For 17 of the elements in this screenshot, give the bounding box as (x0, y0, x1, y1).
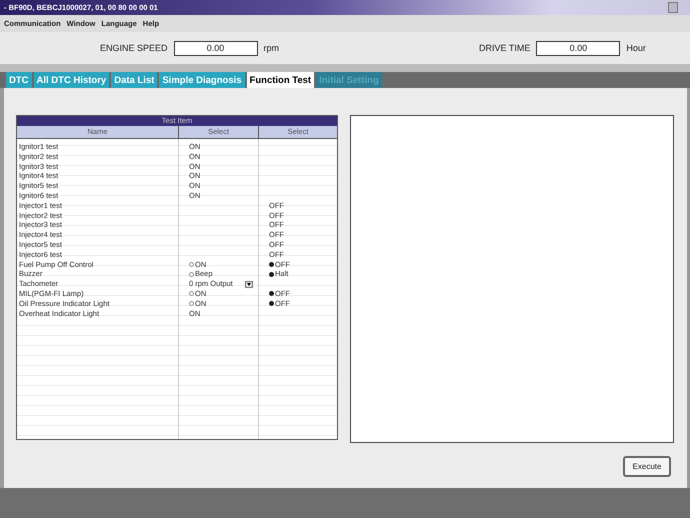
radio-button[interactable] (189, 301, 194, 306)
execute-button[interactable]: Execute (623, 456, 671, 477)
radio-button[interactable] (269, 291, 274, 296)
dropdown-button[interactable] (245, 280, 253, 288)
radio-button[interactable] (269, 301, 274, 306)
unit-label: Hour (626, 43, 646, 53)
radio-button[interactable] (189, 262, 194, 267)
readout-label: ENGINE SPEED (100, 43, 168, 53)
readout-field: 0.00 (536, 40, 620, 56)
radio-button[interactable] (269, 272, 274, 277)
radio-button[interactable] (189, 272, 194, 277)
unit-label: rpm (264, 43, 280, 53)
readout-label: DRIVE TIME (479, 43, 530, 53)
radio-button[interactable] (269, 262, 274, 267)
readout-field: 0.00 (174, 40, 258, 56)
radio-button[interactable] (189, 291, 194, 296)
tab[interactable]: Function Test (246, 72, 314, 88)
